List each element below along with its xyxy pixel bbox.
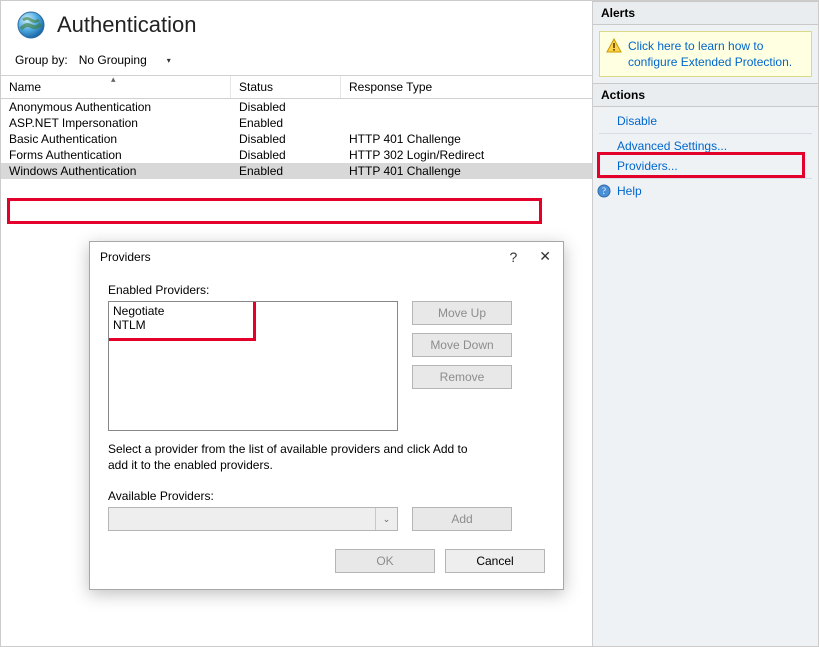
providers-hint: Select a provider from the list of avail…	[108, 441, 488, 473]
enabled-providers-label: Enabled Providers:	[108, 283, 545, 297]
dialog-title: Providers	[100, 250, 151, 264]
actions-body: Disable Advanced Settings... Providers..…	[593, 107, 818, 205]
chevron-down-icon: ⌄	[375, 508, 397, 530]
remove-button: Remove	[412, 365, 512, 389]
add-button: Add	[412, 507, 512, 531]
globe-icon	[15, 9, 47, 41]
close-icon[interactable]: ✕	[535, 248, 555, 265]
table-row[interactable]: Anonymous Authentication Disabled	[1, 99, 592, 115]
warning-icon	[606, 38, 622, 54]
table-row[interactable]: Basic Authentication Disabled HTTP 401 C…	[1, 131, 592, 147]
actions-title: Actions	[593, 83, 818, 107]
svg-text:?: ?	[602, 186, 606, 196]
table-body: Anonymous Authentication Disabled ASP.NE…	[1, 99, 592, 179]
col-name[interactable]: Name ▴	[1, 76, 231, 98]
action-help[interactable]: ? Help	[593, 181, 818, 201]
col-status[interactable]: Status	[231, 76, 341, 98]
dialog-help-icon[interactable]: ?	[505, 249, 521, 265]
move-down-button: Move Down	[412, 333, 512, 357]
action-providers[interactable]: Providers...	[593, 156, 818, 176]
group-by-row: Group by: No Grouping ▾	[1, 49, 592, 75]
list-item[interactable]: NTLM	[113, 318, 393, 332]
table-row-selected[interactable]: Windows Authentication Enabled HTTP 401 …	[1, 163, 592, 179]
group-by-label: Group by:	[15, 53, 68, 67]
sort-asc-icon: ▴	[111, 74, 116, 85]
move-up-button: Move Up	[412, 301, 512, 325]
help-icon: ?	[597, 184, 611, 198]
page-header: Authentication	[1, 1, 592, 49]
cancel-button[interactable]: Cancel	[445, 549, 545, 573]
table-header: Name ▴ Status Response Type	[1, 75, 592, 99]
alert-link[interactable]: Click here to learn how to configure Ext…	[628, 39, 792, 69]
group-by-combo[interactable]: No Grouping ▾	[74, 51, 184, 69]
side-panel: Alerts Click here to learn how to config…	[593, 1, 818, 646]
available-providers-label: Available Providers:	[108, 489, 545, 503]
dialog-titlebar: Providers ? ✕	[90, 242, 563, 271]
chevron-down-icon: ▾	[167, 56, 171, 65]
col-response-type[interactable]: Response Type	[341, 76, 592, 98]
group-by-value: No Grouping	[79, 53, 147, 67]
main-pane: Authentication Group by: No Grouping ▾ N…	[1, 1, 593, 646]
enabled-providers-listbox[interactable]: Negotiate NTLM	[108, 301, 398, 431]
page-title: Authentication	[57, 12, 196, 38]
providers-dialog: Providers ? ✕ Enabled Providers: Negotia…	[89, 241, 564, 590]
available-providers-select: ⌄	[108, 507, 398, 531]
list-item[interactable]: Negotiate	[113, 304, 393, 318]
action-advanced-settings[interactable]: Advanced Settings...	[593, 136, 818, 156]
highlight-selected-row	[7, 198, 542, 224]
alerts-title: Alerts	[593, 1, 818, 25]
action-disable[interactable]: Disable	[593, 111, 818, 131]
table-row[interactable]: Forms Authentication Disabled HTTP 302 L…	[1, 147, 592, 163]
divider	[599, 133, 812, 134]
divider	[599, 178, 812, 179]
ok-button: OK	[335, 549, 435, 573]
table-row[interactable]: ASP.NET Impersonation Enabled	[1, 115, 592, 131]
alert-box: Click here to learn how to configure Ext…	[599, 31, 812, 77]
